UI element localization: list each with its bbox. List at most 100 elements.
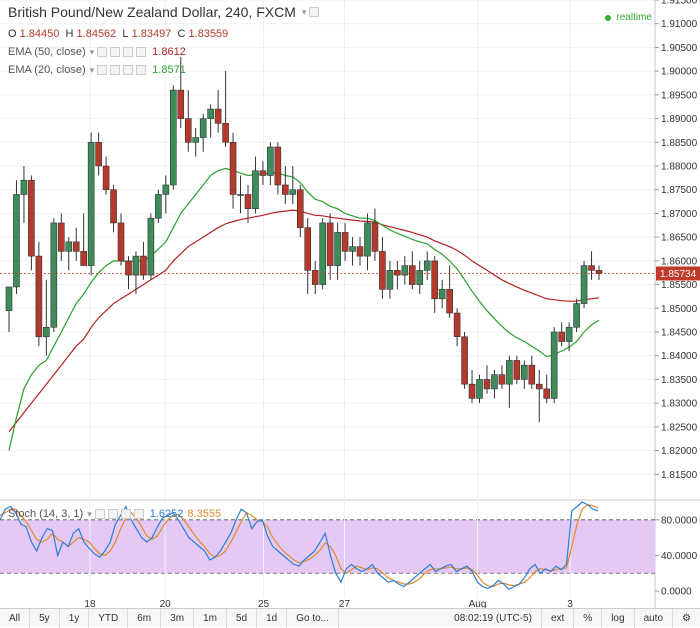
price-tick-label: 1.82000 xyxy=(661,446,698,457)
stoch-label[interactable]: Stoch (14, 3, 1) xyxy=(8,508,83,520)
candle-body-down xyxy=(296,189,304,228)
more-icon[interactable] xyxy=(136,65,147,75)
ema50-label[interactable]: EMA (50, close) xyxy=(8,46,86,58)
price-tick-label: 1.84500 xyxy=(661,328,698,339)
range-5d-button[interactable]: 5d xyxy=(227,608,258,628)
more-icon[interactable] xyxy=(133,509,144,519)
symbol-title[interactable]: British Pound/New Zealand Dollar, 240, F… xyxy=(8,4,296,20)
price-axis[interactable]: 1.91500 1.91000 1.90500 1.90000 1.89500 1.890… xyxy=(655,0,698,481)
candle-body-down xyxy=(35,255,43,338)
candle-body-down xyxy=(326,222,334,266)
candle-body-up xyxy=(334,232,341,266)
candle-body-down xyxy=(558,331,565,342)
candle xyxy=(147,213,155,280)
candle-body-up xyxy=(162,184,170,195)
candle-body-down xyxy=(125,260,132,276)
percent-toggle[interactable]: % xyxy=(574,608,603,628)
chevron-down-icon[interactable]: ▾ xyxy=(90,47,95,58)
ema20-legend[interactable]: EMA (20, close) ▾ 1.8571 xyxy=(8,64,186,76)
price-tick-label: 1.89500 xyxy=(661,90,698,101)
ext-toggle[interactable]: ext xyxy=(542,608,575,628)
stoch-tick-label: 40.0000 xyxy=(661,551,698,562)
price-tick-label: 1.89000 xyxy=(661,114,698,125)
current-price-label: 1.85734 xyxy=(660,269,697,280)
ohlc-readout: O 1.84450 H 1.84562 L 1.83497 C 1.83559 xyxy=(8,28,228,40)
ohlc-high-key: H xyxy=(65,28,74,40)
candle-body-up xyxy=(267,146,274,176)
candle-body-up xyxy=(132,255,140,276)
log-toggle[interactable]: log xyxy=(602,608,635,628)
candle-body-down xyxy=(431,260,438,300)
candle xyxy=(580,260,588,309)
stoch-tick-label: 0.0000 xyxy=(661,587,692,598)
goto-button[interactable]: Go to... xyxy=(287,608,340,628)
candle-body-up xyxy=(550,331,558,399)
range-6m-button[interactable]: 6m xyxy=(128,608,162,628)
chevron-down-icon[interactable]: ▾ xyxy=(90,65,95,76)
close-icon[interactable] xyxy=(123,65,134,75)
gear-icon[interactable]: ⚙ xyxy=(673,609,700,628)
candle-body-down xyxy=(244,194,252,209)
candle-body-down xyxy=(371,222,379,252)
candle-body-down xyxy=(341,232,349,252)
candle-body-up xyxy=(521,364,528,380)
candle xyxy=(170,85,177,190)
candle xyxy=(50,218,58,332)
candle-body-down xyxy=(177,89,185,119)
price-tick-label: 1.86500 xyxy=(661,233,698,244)
candle-body-down xyxy=(461,336,468,385)
price-tick-label: 1.82500 xyxy=(661,422,698,433)
candle-body-up xyxy=(423,260,431,271)
settings-icon[interactable] xyxy=(309,7,320,17)
candle-body-down xyxy=(528,364,536,385)
status-dot-icon xyxy=(605,14,612,21)
clock-label[interactable]: 08:02:19 (UTC-5) xyxy=(445,608,542,628)
settings-icon[interactable] xyxy=(110,65,121,75)
chevron-down-icon[interactable]: ▾ xyxy=(87,509,92,520)
price-tick-label: 1.86000 xyxy=(661,256,698,267)
candle xyxy=(13,180,20,295)
eye-icon[interactable] xyxy=(94,509,105,519)
candle-body-down xyxy=(57,222,65,252)
range-1d-button[interactable]: 1d xyxy=(257,608,288,628)
candle-body-up xyxy=(207,108,214,119)
ohlc-open-value: 1.84450 xyxy=(19,28,60,40)
candle-body-up xyxy=(252,170,259,209)
candle-body-down xyxy=(72,241,80,252)
stoch-tick-label: 80.0000 xyxy=(661,515,698,526)
candle xyxy=(461,332,468,389)
candle-body-down xyxy=(140,255,147,276)
range-5y-button[interactable]: 5y xyxy=(30,608,60,628)
candle-body-up xyxy=(364,222,371,257)
range-3m-button[interactable]: 3m xyxy=(161,608,195,628)
candle-body-down xyxy=(229,141,237,195)
settings-icon[interactable] xyxy=(107,509,118,519)
ema50-legend[interactable]: EMA (50, close) ▾ 1.8612 xyxy=(8,46,186,58)
candle-body-up xyxy=(50,222,58,328)
candle-body-down xyxy=(214,108,222,124)
ema50-value: 1.8612 xyxy=(152,46,186,58)
eye-icon[interactable] xyxy=(97,65,108,75)
settings-icon[interactable] xyxy=(110,47,121,57)
more-icon[interactable] xyxy=(136,47,147,57)
chevron-down-icon[interactable]: ▾ xyxy=(302,7,307,18)
ema20-label[interactable]: EMA (20, close) xyxy=(8,64,86,76)
candle-body-up xyxy=(237,194,244,196)
price-tick-label: 1.88500 xyxy=(661,138,698,149)
ohlc-close-value: 1.83559 xyxy=(188,28,229,40)
eye-icon[interactable] xyxy=(97,47,108,57)
candle xyxy=(87,132,95,276)
range-ytd-button[interactable]: YTD xyxy=(89,608,129,628)
candle-body-down xyxy=(222,123,229,143)
candle-body-down xyxy=(543,388,551,399)
range-all-button[interactable]: All xyxy=(0,608,31,628)
bottom-toolbar: All 5y 1y YTD 6m 3m 1m 5d 1d Go to... 08… xyxy=(0,608,700,628)
auto-toggle[interactable]: auto xyxy=(635,608,674,628)
range-1y-button[interactable]: 1y xyxy=(60,608,90,628)
price-tick-label: 1.85000 xyxy=(661,304,698,315)
close-icon[interactable] xyxy=(120,509,131,519)
close-icon[interactable] xyxy=(123,47,134,57)
candle xyxy=(573,298,580,332)
stoch-legend[interactable]: Stoch (14, 3, 1) ▾ 1.6252 8.3555 xyxy=(8,508,221,520)
range-1m-button[interactable]: 1m xyxy=(194,608,227,628)
